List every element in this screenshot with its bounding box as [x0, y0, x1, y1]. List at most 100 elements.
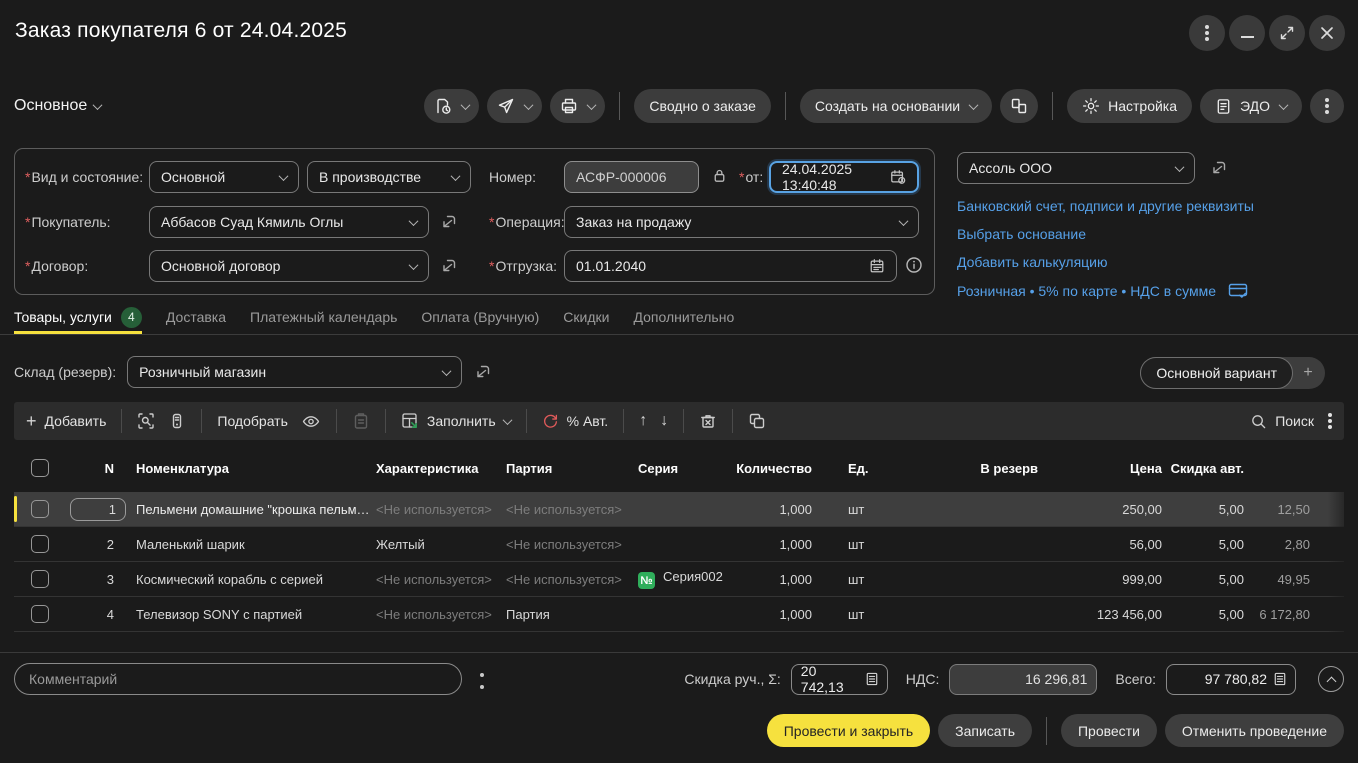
settings-button[interactable]: Настройка [1067, 89, 1192, 123]
calendar-clock-icon[interactable] [890, 169, 906, 185]
data-terminal-button[interactable] [168, 412, 186, 430]
section-menu-main[interactable]: Основное [14, 97, 101, 115]
col-batch[interactable]: Партия [498, 461, 630, 476]
send-button[interactable] [487, 89, 542, 123]
footer-divider [0, 652, 1358, 653]
table-more-button[interactable] [1328, 419, 1332, 423]
col-price[interactable]: Цена [1040, 461, 1164, 476]
row-number-cell: 4 [60, 607, 128, 622]
calculator-icon[interactable] [1274, 672, 1286, 686]
payment-card-icon[interactable] [1228, 282, 1248, 299]
manual-discount-field[interactable]: 20 742,13 [791, 664, 888, 695]
related-documents-button[interactable] [1000, 89, 1038, 123]
tab-goods-services[interactable]: Товары, услуги 4 [14, 302, 142, 334]
row-number-cell[interactable]: 1 [70, 498, 126, 521]
table-row-1[interactable]: 1 Пельмени домашние "крошка пельм… <Не и… [14, 492, 1344, 527]
collapse-footer-button[interactable] [1318, 666, 1344, 692]
table-header: N Номенклатура Характеристика Партия Сер… [14, 444, 1344, 492]
bank-details-link[interactable]: Банковский счет, подписи и другие реквиз… [957, 198, 1349, 214]
close-button[interactable] [1309, 15, 1345, 51]
number-lock-toggle[interactable] [711, 167, 728, 184]
col-reserve[interactable]: В резерв [900, 461, 1040, 476]
tab-payment-manual[interactable]: Оплата (Вручную) [421, 302, 539, 334]
organization-combobox[interactable]: Ассоль ООО [957, 152, 1195, 184]
contract-combobox[interactable]: Основной договор [149, 250, 429, 282]
move-down-button[interactable]: ↓ [660, 412, 668, 430]
print-button[interactable] [550, 89, 605, 123]
date-label: *от: [739, 161, 763, 193]
row-checkbox[interactable] [20, 570, 60, 588]
open-organization-button[interactable] [1209, 158, 1229, 178]
shipping-date-input[interactable]: 01.01.2040 [564, 250, 897, 282]
add-calculation-link[interactable]: Добавить калькуляцию [957, 254, 1349, 270]
row-checkbox[interactable] [20, 535, 60, 553]
date-input[interactable]: 24.04.2025 13:40:48 [769, 161, 919, 193]
col-quantity[interactable]: Количество [734, 461, 814, 476]
tab-discounts[interactable]: Скидки [563, 302, 609, 334]
pick-goods-button[interactable]: Подобрать [217, 413, 288, 429]
order-kind-combobox[interactable]: Основной [149, 161, 299, 193]
create-based-on-button[interactable]: Создать на основании [800, 89, 992, 123]
operation-combobox[interactable]: Заказ на продажу [564, 206, 919, 238]
calculator-icon[interactable] [866, 672, 878, 686]
order-summary-button[interactable]: Сводно о заказе [634, 89, 770, 123]
price-type-link[interactable]: Розничная • 5% по карте • НДС в сумме [957, 283, 1216, 299]
org-links-column: Ассоль ООО Банковский счет, подписи и др… [957, 152, 1349, 299]
col-auto-discount[interactable]: Скидка авт. [1164, 461, 1246, 476]
tab-payment-calendar[interactable]: Платежный календарь [250, 302, 397, 334]
warehouse-combobox[interactable]: Розничный магазин [127, 356, 462, 388]
maximize-button[interactable] [1269, 15, 1305, 51]
separator [526, 409, 527, 433]
scan-search-button[interactable] [137, 412, 155, 430]
fill-button[interactable]: Заполнить [401, 412, 511, 430]
shipping-info-button[interactable] [905, 256, 923, 274]
move-up-button[interactable]: ↑ [639, 412, 647, 430]
reports-button[interactable] [424, 89, 479, 123]
more-actions-button[interactable] [1310, 89, 1344, 123]
auto-discount-button[interactable]: % Авт. [542, 413, 609, 430]
edo-button[interactable]: ЭДО [1200, 89, 1302, 123]
total-field[interactable]: 97 780,82 [1166, 664, 1296, 695]
tab-delivery[interactable]: Доставка [166, 302, 226, 334]
table-row-2[interactable]: 2 Маленький шарик Желтый <Не используетс… [14, 527, 1344, 562]
open-warehouse-button[interactable] [473, 362, 493, 382]
quantity-cell: 1,000 [734, 502, 814, 517]
buyer-combobox[interactable]: Аббасов Суад Кямиль Оглы [149, 206, 429, 238]
row-checkbox[interactable] [20, 500, 60, 518]
variant-main-button[interactable]: Основной вариант [1140, 357, 1293, 389]
warehouse-row: Склад (резерв): Розничный магазин [14, 356, 493, 388]
col-unit[interactable]: Ед. [814, 461, 900, 476]
col-nomenclature[interactable]: Номенклатура [128, 461, 368, 476]
minimize-button[interactable] [1229, 15, 1265, 51]
open-contract-button[interactable] [439, 256, 459, 276]
variant-add-button[interactable]: + [1293, 364, 1323, 382]
discount-amt-cell: 49,95 [1246, 572, 1312, 587]
post-and-close-button[interactable]: Провести и закрыть [767, 714, 930, 747]
undo-post-button[interactable]: Отменить проведение [1165, 714, 1344, 747]
post-button[interactable]: Провести [1061, 714, 1157, 747]
choose-basis-link[interactable]: Выбрать основание [957, 226, 1349, 242]
row-checkbox[interactable] [20, 605, 60, 623]
table-row-4[interactable]: 4 Телевизор SONY с партией <Не используе… [14, 597, 1344, 632]
view-button[interactable] [301, 414, 321, 429]
select-all-checkbox[interactable] [20, 459, 60, 477]
calendar-icon[interactable] [869, 258, 885, 274]
table-row-3[interactable]: 3 Космический корабль с серией <Не испол… [14, 562, 1344, 597]
comment-input[interactable] [14, 663, 462, 695]
clipboard-icon [352, 412, 370, 430]
delete-row-button[interactable] [699, 412, 717, 430]
window-menu-button[interactable] [1189, 15, 1225, 51]
open-buyer-button[interactable] [439, 212, 459, 232]
save-button[interactable]: Записать [938, 714, 1032, 747]
order-state-combobox[interactable]: В производстве [307, 161, 471, 193]
col-series[interactable]: Серия [630, 461, 734, 476]
required-marker: * [25, 169, 30, 185]
col-n[interactable]: N [60, 461, 128, 476]
number-label: Номер: [489, 161, 536, 193]
add-row-button[interactable]: + Добавить [26, 412, 106, 430]
copy-row-button[interactable] [748, 412, 766, 430]
col-characteristic[interactable]: Характеристика [368, 461, 498, 476]
tab-additional[interactable]: Дополнительно [633, 302, 734, 334]
chevron-up-icon [1326, 676, 1336, 686]
search-button[interactable]: Поиск [1250, 413, 1314, 430]
